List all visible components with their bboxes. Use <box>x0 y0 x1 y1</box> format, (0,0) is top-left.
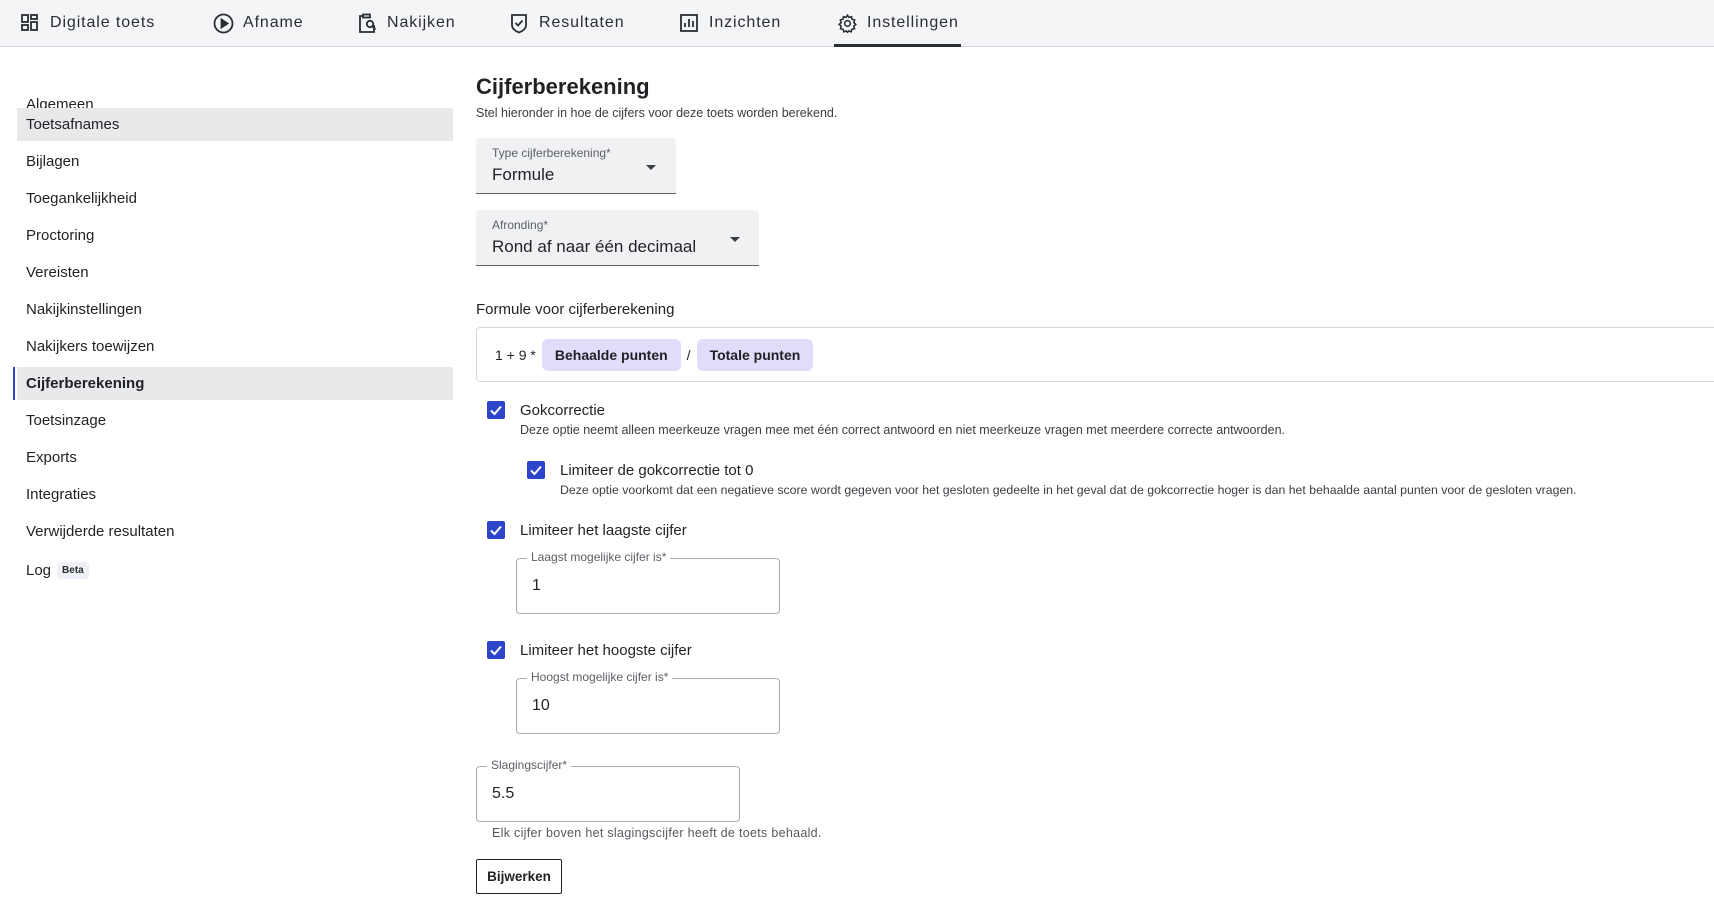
formula-editor[interactable]: 1 + 9 * Behaalde punten / Totale punten <box>476 327 1714 382</box>
beta-badge: Beta <box>57 562 89 579</box>
sidebar-item-label: Bijlagen <box>26 153 80 170</box>
grade-type-value: Formule <box>492 165 555 184</box>
limit-guess-description: Deze optie voorkomt dat een negatieve sc… <box>560 483 1577 497</box>
tab-nakijken[interactable]: Nakijken <box>356 0 456 46</box>
grade-type-label: Type cijferberekening* <box>492 146 611 160</box>
pass-grade-input[interactable]: Slagingscijfer* 5.5 <box>476 758 740 822</box>
sidebar-item-label: Proctoring <box>26 227 95 244</box>
sidebar-item-label: Toetsafnames <box>26 116 120 133</box>
limit-highest-checkbox[interactable] <box>487 641 505 659</box>
sidebar-item-label: Log <box>26 562 52 579</box>
limit-highest-label: Limiteer het hoogste cijfer <box>520 642 692 659</box>
sidebar-item-label: Cijferberekening <box>26 375 145 392</box>
tab-label: Nakijken <box>387 14 456 31</box>
check-icon <box>490 525 502 536</box>
guess-correction-description: Deze optie neemt alleen meerkeuze vragen… <box>520 423 1285 437</box>
chip-totale-punten[interactable]: Totale punten <box>696 338 814 371</box>
guess-correction-checkbox[interactable] <box>487 401 505 419</box>
rounding-label: Afronding* <box>492 218 549 232</box>
sidebar-item-verwijderde-resultaten[interactable]: Verwijderde resultaten <box>17 515 453 548</box>
sidebar-item-toegankelijkheid[interactable]: Toegankelijkheid <box>17 182 453 215</box>
rounding-select[interactable]: Afronding* Rond af naar één decimaal <box>476 210 759 266</box>
sidebar-item-label: Exports <box>26 449 77 466</box>
tab-afname[interactable]: Afname <box>212 0 304 46</box>
sidebar-item-label: Verwijderde resultaten <box>26 523 175 540</box>
clipboard-search-icon <box>356 12 378 34</box>
grid-icon <box>19 12 41 34</box>
highest-grade-input[interactable]: Hoogst mogelijke cijfer is* 10 <box>516 670 780 734</box>
formula-label: Formule voor cijferberekening <box>476 301 675 318</box>
sidebar-item-label: Vereisten <box>26 264 89 281</box>
check-icon <box>490 405 502 416</box>
lowest-grade-input[interactable]: Laagst mogelijke cijfer is* 1 <box>516 550 780 614</box>
sidebar-item-label: Toetsinzage <box>26 412 107 429</box>
play-circle-icon <box>212 12 234 34</box>
sidebar-item-integraties[interactable]: Integraties <box>17 478 453 511</box>
sidebar-item-nakijkinstellingen[interactable]: Nakijkinstellingen <box>17 293 453 326</box>
tab-label: Digitale toets <box>50 14 156 31</box>
limit-guess-label: Limiteer de gokcorrectie tot 0 <box>560 462 754 479</box>
sidebar-item-vereisten[interactable]: Vereisten <box>17 256 453 289</box>
pass-grade-value: 5.5 <box>492 785 515 802</box>
sidebar-item-proctoring[interactable]: Proctoring <box>17 219 453 252</box>
sidebar-item-log[interactable]: Log Beta <box>17 554 453 587</box>
sidebar-item-exports[interactable]: Exports <box>17 441 453 474</box>
formula-operator: / <box>686 346 691 363</box>
limit-lowest-label: Limiteer het laagste cijfer <box>520 522 687 539</box>
check-icon <box>490 645 502 656</box>
sidebar-item-label: Nakijkinstellingen <box>26 301 142 318</box>
caret-down-icon <box>646 165 656 170</box>
pass-grade-helper: Elk cijfer boven het slagingscijfer heef… <box>492 826 822 840</box>
formula-prefix: 1 + 9 * <box>495 346 536 363</box>
highest-grade-value: 10 <box>532 697 550 714</box>
grade-type-select[interactable]: Type cijferberekening* Formule <box>476 138 676 194</box>
pass-grade-label: Slagingscijfer* <box>487 758 572 772</box>
sidebar-item-label: Integraties <box>26 486 97 503</box>
sidebar-item-toetsinzage[interactable]: Toetsinzage <box>17 404 453 437</box>
tab-digitale-toets[interactable]: Digitale toets <box>19 0 155 46</box>
highest-grade-label: Hoogst mogelijke cijfer is* <box>527 670 673 684</box>
sidebar-item-toetsafnames[interactable]: Toetsafnames <box>17 108 453 141</box>
chip-behaalde-punten[interactable]: Behaalde punten <box>541 338 681 371</box>
lowest-grade-label: Laagst mogelijke cijfer is* <box>527 550 671 564</box>
sidebar-item-bijlagen[interactable]: Bijlagen <box>17 145 453 178</box>
main-content: Cijferberekening Stel hieronder in hoe d… <box>476 0 1714 906</box>
check-icon <box>530 465 542 476</box>
guess-correction-label: Gokcorrectie <box>520 402 606 419</box>
limit-guess-checkbox[interactable] <box>527 461 545 479</box>
sidebar-item-cijferberekening[interactable]: Cijferberekening <box>13 367 453 400</box>
sidebar-item-label: Toegankelijkheid <box>26 190 137 207</box>
rounding-value: Rond af naar één decimaal <box>492 237 697 256</box>
tab-label: Afname <box>243 14 304 31</box>
sidebar-item-nakijkers-toewijzen[interactable]: Nakijkers toewijzen <box>17 330 453 363</box>
update-button[interactable]: Bijwerken <box>476 859 562 894</box>
caret-down-icon <box>730 237 740 242</box>
page-title: Cijferberekening <box>476 74 650 99</box>
lowest-grade-value: 1 <box>532 577 541 594</box>
page-subtitle: Stel hieronder in hoe de cijfers voor de… <box>476 106 838 120</box>
sidebar-item-label: Nakijkers toewijzen <box>26 338 155 355</box>
limit-lowest-checkbox[interactable] <box>487 521 505 539</box>
